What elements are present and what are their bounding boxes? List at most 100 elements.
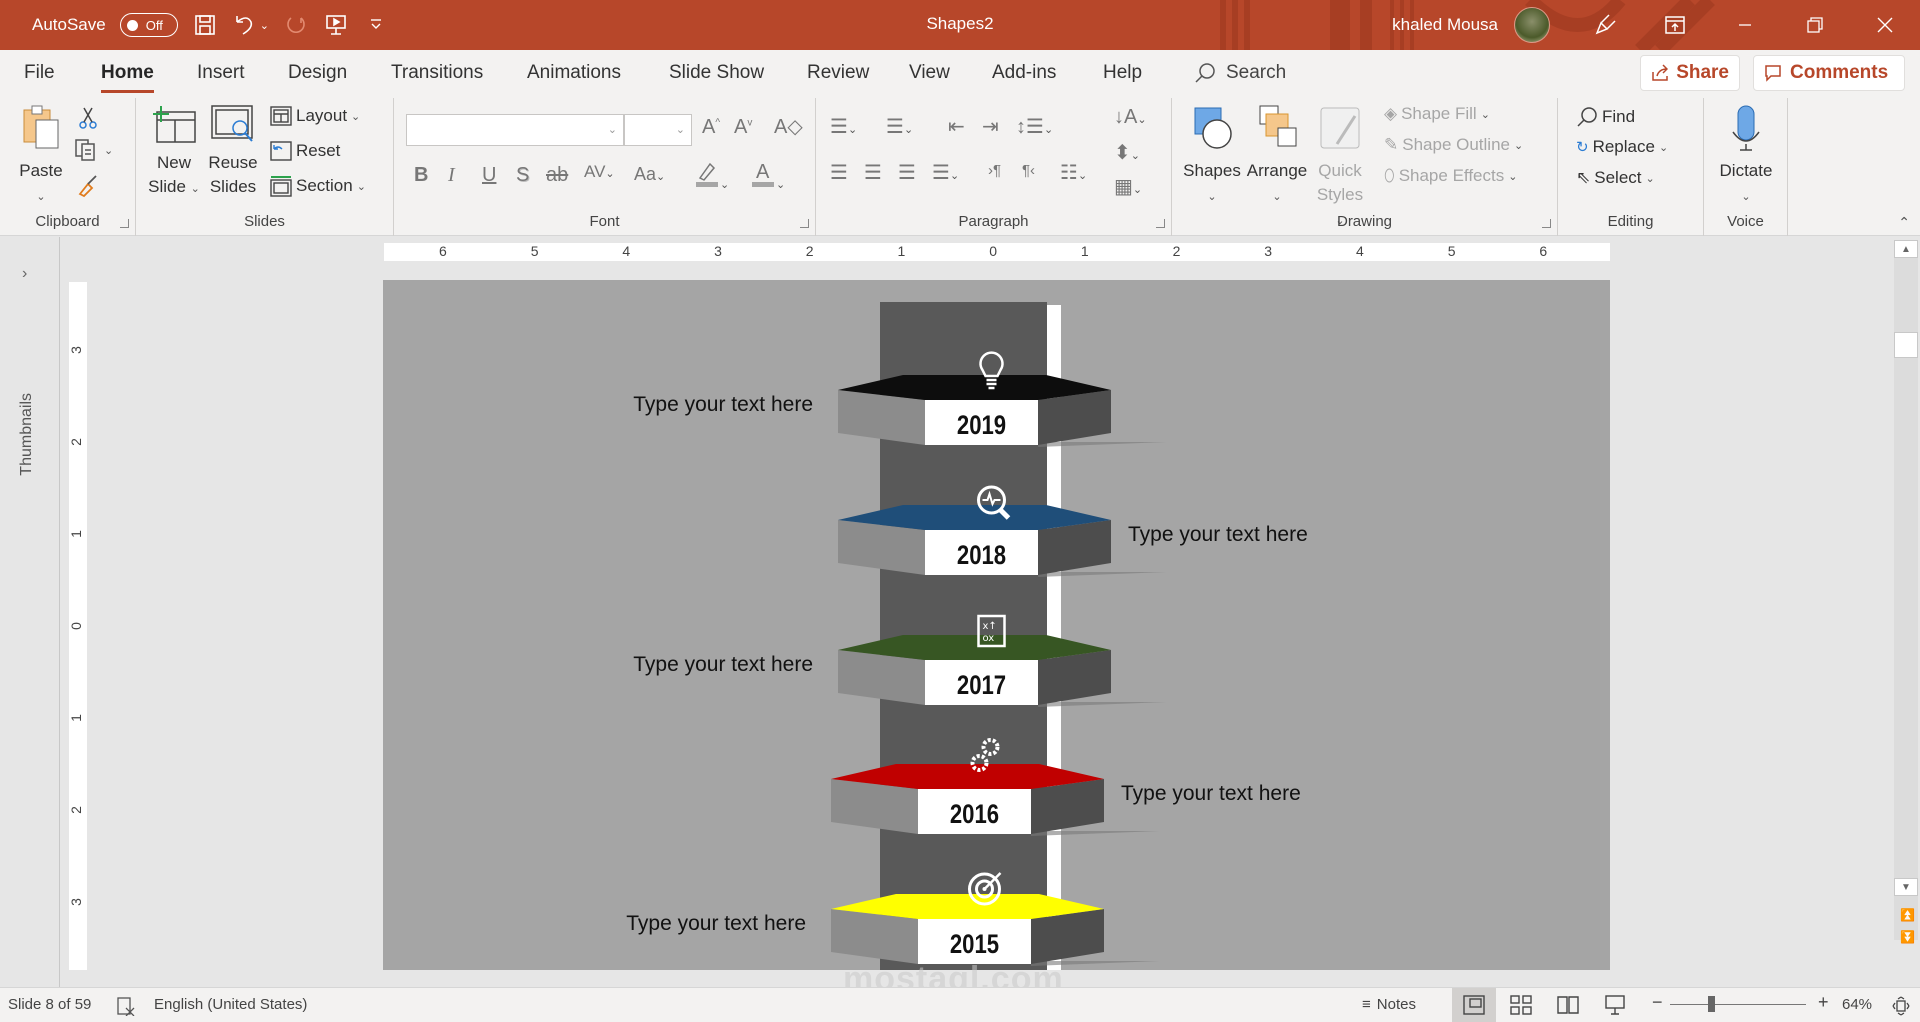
shrink-font-icon[interactable]: Av [734,116,752,139]
tab-review[interactable]: Review [807,62,869,84]
previous-slide-icon[interactable]: ⏫ [1900,908,1915,922]
new-slide-button[interactable]: New Slide ⌄ [148,104,200,201]
font-size-select[interactable]: ⌄ [624,114,692,146]
grow-font-icon[interactable]: A^ [702,116,720,139]
clear-formatting-icon[interactable]: A◇ [774,114,803,139]
comments-button[interactable]: Comments [1753,55,1905,91]
ltr-icon[interactable]: ›¶ [988,162,1001,179]
align-right-icon[interactable]: ☰ [898,160,916,185]
paste-dropdown-icon[interactable]: ⌄ [36,191,45,203]
font-color-icon[interactable]: A ⌄ [750,160,785,194]
user-name[interactable]: khaled Mousa [1392,15,1498,35]
highlight-icon[interactable]: ⌄ [694,160,729,194]
tab-add-ins[interactable]: Add-ins [992,62,1056,84]
font-name-select[interactable]: ⌄ [406,114,624,146]
undo-icon[interactable] [232,12,258,38]
scroll-thumb[interactable] [1894,332,1918,358]
select-button[interactable]: ⇖ Select ⌄ [1576,168,1655,188]
vertical-scrollbar[interactable]: ▲ ▼ ⏫ ⏬ [1894,240,1918,944]
align-center-icon[interactable]: ☰ [864,160,882,185]
present-icon[interactable] [323,12,349,38]
find-button[interactable]: Find [1576,106,1635,128]
tier-description[interactable]: Type your text here [633,653,813,677]
reset-button[interactable]: Reset [270,141,340,161]
save-icon[interactable] [192,12,218,38]
zoom-slider-track[interactable] [1670,1004,1806,1005]
align-left-icon[interactable]: ☰ [830,160,848,185]
tier-description[interactable]: Type your text here [633,393,813,417]
section-button[interactable]: Section ⌄ [270,175,366,197]
reading-view-button[interactable] [1546,988,1590,1022]
tier-description[interactable]: Type your text here [1121,782,1301,806]
search-box[interactable]: Search [1194,62,1286,84]
paragraph-launcher[interactable] [1156,219,1165,228]
line-spacing-icon[interactable]: ↕☰⌄ [1016,114,1053,139]
zoom-out-button[interactable]: − [1652,992,1663,1013]
customize-qat-icon[interactable] [363,12,389,38]
tab-design[interactable]: Design [288,62,347,84]
share-button[interactable]: Share [1640,55,1740,91]
scroll-down-button[interactable]: ▼ [1894,878,1918,896]
text-direction-icon[interactable]: ↓A⌄ [1114,106,1147,129]
align-text-icon[interactable]: ⬍⌄ [1114,140,1140,165]
avatar[interactable] [1514,7,1550,43]
change-case-button[interactable]: Aa⌄ [634,164,665,185]
smartart-icon[interactable]: ▦⌄ [1114,174,1142,199]
underline-button[interactable]: U [482,164,496,187]
columns-icon[interactable]: ☷⌄ [1060,160,1087,185]
ribbon-display-icon[interactable] [1640,0,1710,50]
thumbnails-label[interactable]: Thumbnails [18,393,36,476]
tab-slide-show[interactable]: Slide Show [669,62,764,84]
rtl-icon[interactable]: ¶‹ [1022,162,1035,179]
language-status[interactable]: English (United States) [154,996,307,1013]
expand-thumbnails-icon[interactable]: › [22,265,27,283]
copy-icon[interactable]: ⌄ [74,138,113,162]
numbering-icon[interactable]: ☰⌄ [886,114,913,139]
tab-help[interactable]: Help [1103,62,1142,84]
bold-button[interactable]: B [414,164,428,187]
autosave-toggle[interactable]: Off [119,13,178,37]
replace-button[interactable]: ↻ Replace ⌄ [1576,137,1668,157]
next-slide-icon[interactable]: ⏬ [1900,930,1915,944]
strikethrough-button[interactable]: ab [546,164,568,187]
decrease-indent-icon[interactable]: ⇤ [948,114,965,139]
tier-description[interactable]: Type your text here [626,912,806,936]
close-icon[interactable] [1850,0,1920,50]
tab-transitions[interactable]: Transitions [391,62,483,84]
restore-icon[interactable] [1780,0,1850,50]
slideshow-button[interactable] [1593,988,1637,1022]
spelling-icon[interactable] [116,996,136,1016]
notes-button[interactable]: ≡ Notes [1362,996,1416,1013]
zoom-in-button[interactable]: + [1818,992,1829,1013]
scroll-up-button[interactable]: ▲ [1894,240,1918,258]
tier-description[interactable]: Type your text here [1128,523,1308,547]
zoom-slider-thumb[interactable] [1708,996,1716,1012]
dictate-button[interactable]: Dictate ⌄ [1712,104,1780,209]
collapse-ribbon-icon[interactable]: ⌃ [1898,214,1910,231]
justify-icon[interactable]: ☰⌄ [932,160,959,185]
minimize-icon[interactable] [1710,0,1780,50]
fit-to-window-icon[interactable] [1892,996,1910,1016]
arrange-button[interactable]: Arrange ⌄ [1244,104,1310,209]
reuse-slides-button[interactable]: Reuse Slides [208,104,258,199]
bullets-icon[interactable]: ☰⌄ [830,114,857,139]
tab-file[interactable]: File [24,62,55,84]
tab-insert[interactable]: Insert [197,62,245,84]
char-spacing-button[interactable]: AV⌄ [584,162,615,182]
shadow-button[interactable]: S [516,164,529,187]
layout-button[interactable]: Layout ⌄ [270,106,360,126]
format-painter-icon[interactable] [76,174,100,198]
cut-icon[interactable] [78,106,98,130]
pen-icon[interactable] [1570,0,1640,50]
italic-button[interactable]: I [448,164,455,187]
normal-view-button[interactable] [1452,988,1496,1022]
shapes-button[interactable]: Shapes ⌄ [1182,104,1242,209]
increase-indent-icon[interactable]: ⇥ [982,114,999,139]
clipboard-launcher[interactable] [120,219,129,228]
font-launcher[interactable] [800,219,809,228]
slide-canvas[interactable]: 2019 2018 x↑ ox 2017 2016 2015 Type your text … [383,280,1610,970]
tab-animations[interactable]: Animations [527,62,621,84]
paste-button[interactable]: Paste ⌄ [16,104,66,209]
tab-view[interactable]: View [909,62,950,84]
zoom-level[interactable]: 64% [1842,996,1872,1013]
